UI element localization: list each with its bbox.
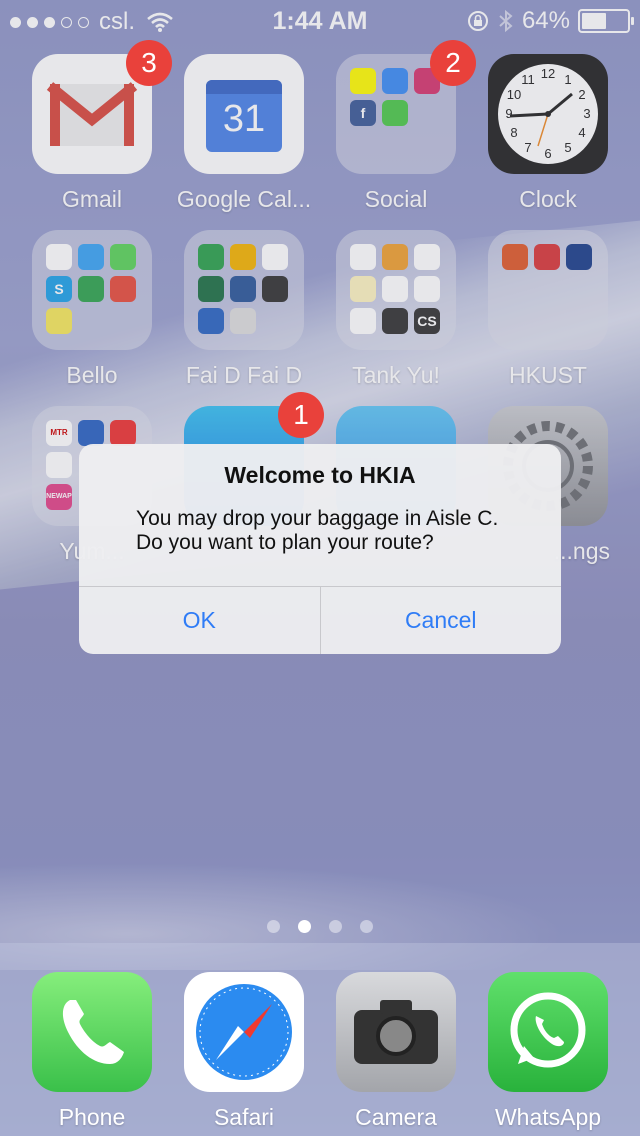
camera-icon: [336, 972, 456, 1092]
notification-badge: 3: [126, 40, 172, 86]
alert-title: Welcome to HKIA: [224, 462, 416, 488]
alert-message-line: Do you want to plan your route?: [136, 531, 434, 554]
alert-buttons: OK Cancel: [79, 586, 561, 654]
app-label: WhatsApp: [494, 1104, 602, 1130]
notification-badge: 2: [430, 40, 476, 86]
dock-app-whatsapp[interactable]: WhatsApp: [472, 972, 624, 1131]
ok-button[interactable]: OK: [79, 587, 320, 654]
app-label: Phone: [58, 1104, 126, 1130]
page-indicator[interactable]: [0, 920, 640, 933]
page-dot-active: [298, 920, 311, 933]
compass-icon: [184, 972, 304, 1092]
dock-app-phone[interactable]: Phone: [16, 972, 168, 1131]
app-label: Camera: [355, 1104, 437, 1130]
page-dot: [267, 920, 280, 933]
cancel-button[interactable]: Cancel: [319, 587, 562, 654]
dock-app-safari[interactable]: Safari: [168, 972, 320, 1131]
whatsapp-icon: [488, 972, 608, 1092]
page-dot: [360, 920, 373, 933]
alert-message-line: You may drop your baggage in Aisle C.: [136, 507, 499, 530]
dock-app-camera[interactable]: Camera: [320, 972, 472, 1131]
notification-badge: 1: [278, 392, 324, 438]
alert-message: You may drop your baggage in Aisle C. Do…: [136, 507, 561, 555]
alert-dialog: Welcome to HKIA You may drop your baggag…: [79, 444, 561, 654]
phone-icon: [32, 972, 152, 1092]
page-dot: [329, 920, 342, 933]
app-label: Safari: [213, 1104, 275, 1130]
